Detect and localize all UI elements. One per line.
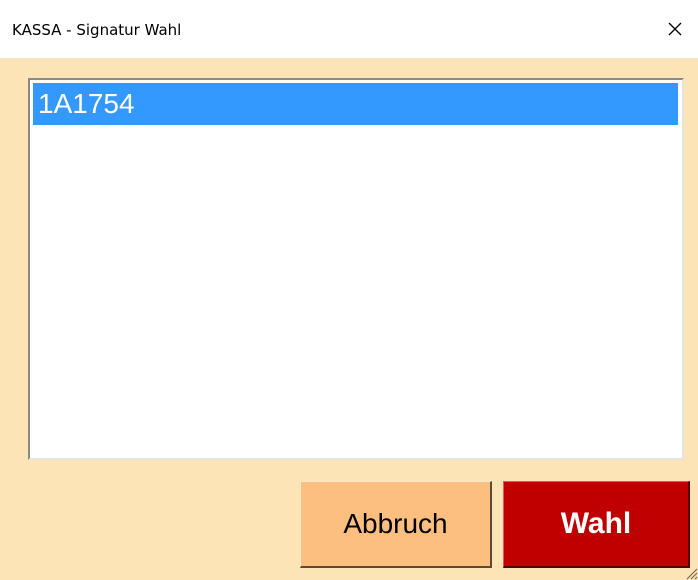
close-icon (668, 22, 682, 36)
signature-listbox[interactable]: 1A1754 (28, 78, 684, 460)
resize-grip-icon[interactable] (682, 564, 698, 580)
title-bar: KASSA - Signatur Wahl (0, 0, 698, 58)
window-title: KASSA - Signatur Wahl (12, 21, 182, 39)
close-button[interactable] (652, 0, 698, 58)
list-item-selected[interactable]: 1A1754 (33, 83, 678, 125)
select-button[interactable]: Wahl (503, 481, 690, 568)
signature-select-dialog: KASSA - Signatur Wahl 1A1754 Abbruch Wah… (0, 0, 698, 580)
cancel-button[interactable]: Abbruch (300, 481, 492, 568)
